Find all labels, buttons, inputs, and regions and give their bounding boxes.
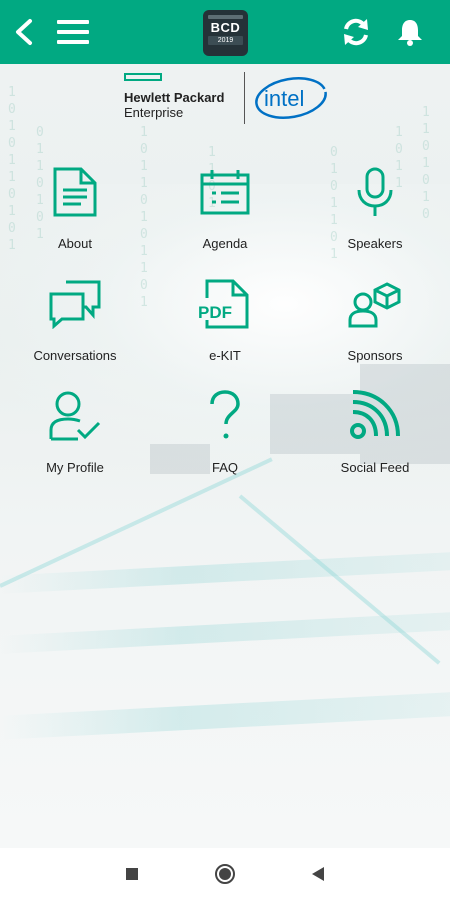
menu-item-speakers[interactable]: Speakers <box>300 150 450 262</box>
back-icon[interactable] <box>6 0 42 64</box>
sponsor-icon <box>347 276 403 332</box>
menu-label: Speakers <box>347 236 403 251</box>
menu-item-conversations[interactable]: Conversations <box>0 262 150 374</box>
menu-label: My Profile <box>46 460 104 475</box>
menu-label: FAQ <box>211 460 238 475</box>
pdf-icon: PDF <box>197 276 253 332</box>
menu-icon[interactable] <box>52 0 94 64</box>
menu-item-about[interactable]: About <box>0 150 150 262</box>
bell-icon[interactable] <box>390 0 430 64</box>
chat-bubbles-icon <box>47 276 103 332</box>
menu-item-faq[interactable]: FAQ <box>150 374 300 486</box>
document-icon <box>47 164 103 220</box>
hpe-logo-mark <box>124 73 162 81</box>
back-nav-icon[interactable] <box>298 848 338 900</box>
menu-label: About <box>58 236 92 251</box>
rss-icon <box>347 388 403 444</box>
menu-label: Sponsors <box>347 348 403 363</box>
system-nav-bar <box>0 848 450 900</box>
question-icon <box>197 388 253 444</box>
svg-text:PDF: PDF <box>198 303 232 322</box>
event-logo: BCD 2019 <box>203 10 248 56</box>
event-logo-title: BCD <box>210 20 241 35</box>
menu-label: e-KIT <box>209 348 241 363</box>
menu-label: Social Feed <box>340 460 410 475</box>
menu-item-my-profile[interactable]: My Profile <box>0 374 150 486</box>
recents-icon[interactable] <box>112 848 152 900</box>
app-bar: BCD 2019 <box>0 0 450 64</box>
profile-check-icon <box>47 388 103 444</box>
menu-label: Conversations <box>33 348 117 363</box>
menu-item-ekit[interactable]: PDF e-KIT <box>150 262 300 374</box>
menu-item-social-feed[interactable]: Social Feed <box>300 374 450 486</box>
home-icon[interactable] <box>205 848 245 900</box>
menu-label: Agenda <box>202 236 248 251</box>
logo-divider <box>244 72 245 124</box>
sync-icon[interactable] <box>336 0 376 64</box>
hpe-name: Hewlett Packard <box>124 90 225 105</box>
menu-item-agenda[interactable]: Agenda <box>150 150 300 262</box>
event-logo-year: 2019 <box>208 36 243 45</box>
menu-item-sponsors[interactable]: Sponsors <box>300 262 450 374</box>
hpe-subtitle: Enterprise <box>124 105 184 120</box>
calendar-icon <box>197 164 253 220</box>
partner-logos: Hewlett Packard Enterprise intel <box>0 64 450 130</box>
intel-wordmark: intel <box>264 86 304 111</box>
microphone-icon <box>347 164 403 220</box>
intel-logo: intel <box>254 76 328 120</box>
